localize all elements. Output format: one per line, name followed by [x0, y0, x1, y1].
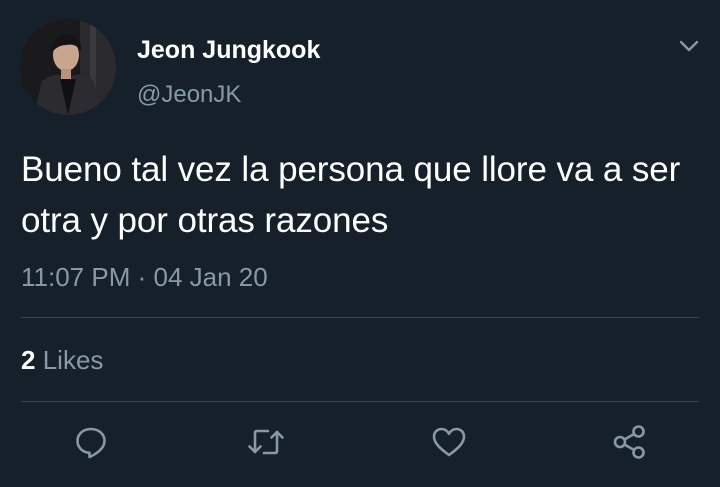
- divider: [21, 401, 699, 402]
- tweet-timestamp: 11:07 PM · 04 Jan 20: [21, 260, 268, 294]
- likes-stat[interactable]: 2 Likes: [21, 343, 103, 377]
- share-icon: [613, 425, 645, 459]
- user-handle[interactable]: @JeonJK: [137, 80, 241, 110]
- retweet-button[interactable]: [246, 422, 286, 462]
- avatar[interactable]: [20, 19, 116, 115]
- likes-label: Likes: [42, 345, 104, 375]
- like-button[interactable]: [429, 422, 469, 462]
- reply-button[interactable]: [71, 422, 111, 462]
- share-button[interactable]: [610, 422, 650, 462]
- likes-count: 2: [21, 345, 36, 375]
- chevron-down-icon[interactable]: [676, 36, 702, 56]
- reply-icon: [76, 427, 106, 459]
- divider: [21, 317, 699, 318]
- avatar-photo: [20, 19, 116, 115]
- heart-icon: [432, 427, 466, 457]
- tweet-time: 11:07 PM: [21, 262, 131, 292]
- display-name[interactable]: Jeon Jungkook: [137, 34, 320, 66]
- retweet-icon: [248, 429, 284, 455]
- meta-separator: ·: [137, 262, 147, 292]
- tweet-text: Bueno tal vez la persona que llore va a …: [21, 150, 681, 240]
- tweet-date: 04 Jan 20: [153, 262, 268, 292]
